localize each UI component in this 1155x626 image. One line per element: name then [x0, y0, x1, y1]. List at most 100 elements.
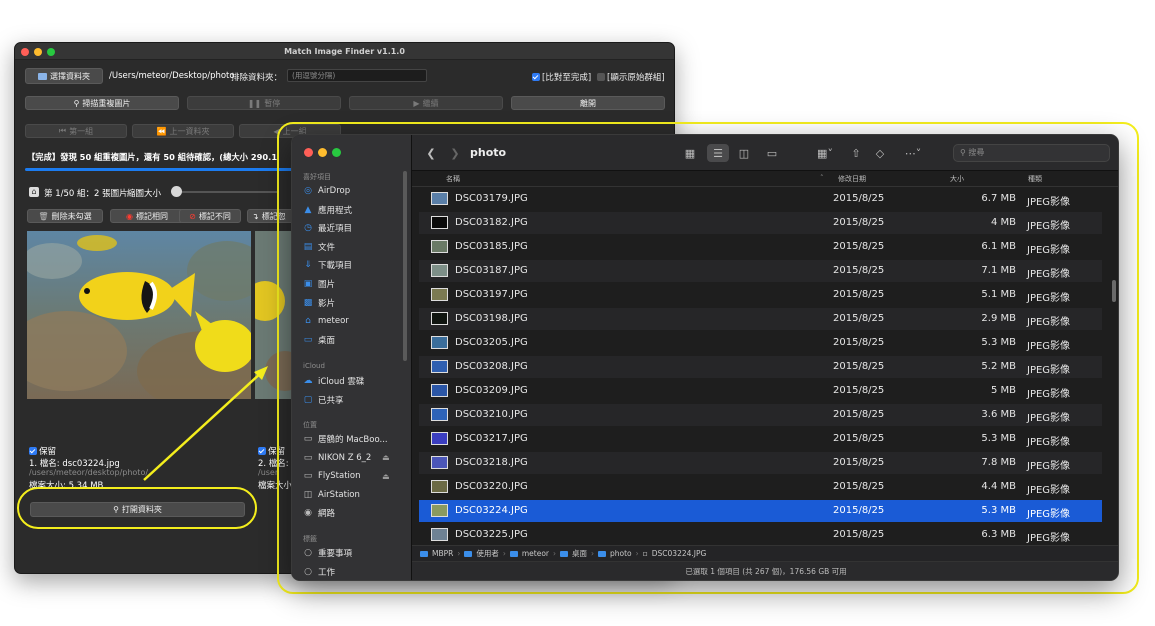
icon-view-icon[interactable]: ▦	[680, 144, 700, 162]
file-row[interactable]: DSC03210.JPG 2015/8/25 3.6 MB JPEG影像	[419, 404, 1102, 426]
minimize-window-icon[interactable]	[318, 148, 327, 157]
file-kind: JPEG影像	[1027, 533, 1071, 544]
sidebar-scrollbar[interactable]	[403, 171, 407, 361]
group-by-icon[interactable]: ▦˅	[812, 144, 838, 162]
rewind-icon: ⏪	[156, 126, 167, 136]
first-group-button[interactable]: ⏮ 第一組	[25, 124, 127, 138]
sidebar-item[interactable]: ◷ 最近項目	[303, 220, 352, 236]
sidebar-item[interactable]: ◫ AirStation	[303, 487, 360, 503]
column-name[interactable]: 名稱	[446, 174, 460, 184]
sidebar-item[interactable]: ▣ 圖片	[303, 276, 335, 292]
file-name: DSC03220.JPG	[455, 481, 528, 492]
sidebar-item[interactable]: ○ 重要事項	[303, 545, 352, 561]
file-name: DSC03210.JPG	[455, 409, 528, 420]
sidebar-item[interactable]: ▭ NIKON Z 6_2 ⏏	[303, 450, 390, 466]
eject-icon[interactable]: ⏏	[382, 472, 390, 481]
path-segment[interactable]: photo	[610, 549, 632, 558]
sidebar-item[interactable]: ⌂ meteor	[303, 313, 349, 329]
exclude-input[interactable]: (用逗號分隔)	[287, 69, 427, 82]
close-window-icon[interactable]	[21, 48, 29, 56]
continue-button[interactable]: ▶ 繼續	[349, 96, 503, 110]
share-icon[interactable]: ⇧	[848, 144, 864, 162]
column-date[interactable]: 修改日期	[838, 174, 866, 184]
back-icon[interactable]: ❮	[424, 144, 438, 162]
sidebar-item[interactable]: ◉ 網路	[303, 505, 335, 521]
photos-icon: ▣	[303, 279, 313, 289]
column-kind[interactable]: 種類	[1028, 174, 1042, 184]
image-thumbnail-icon	[431, 216, 448, 229]
keep-checkbox-1[interactable]: 保留	[29, 445, 56, 457]
file-kind: JPEG影像	[1027, 341, 1071, 352]
list-view-icon[interactable]: ☰	[707, 144, 729, 162]
file-row[interactable]: DSC03179.JPG 2015/8/25 6.7 MB JPEG影像	[419, 188, 1102, 210]
pause-button[interactable]: ❚❚ 暫停	[187, 96, 341, 110]
file-row[interactable]: DSC03225.JPG 2015/8/25 6.3 MB JPEG影像	[419, 524, 1102, 546]
sidebar-item[interactable]: ▭ FlyStation ⏏	[303, 468, 390, 484]
sidebar-item[interactable]: ▢ 已共享	[303, 392, 344, 408]
file-row[interactable]: DSC03220.JPG 2015/8/25 4.4 MB JPEG影像	[419, 476, 1102, 498]
list-scrollbar[interactable]	[1112, 280, 1116, 302]
file-row[interactable]: DSC03209.JPG 2015/8/25 5 MB JPEG影像	[419, 380, 1102, 402]
home-icon[interactable]: ⌂	[29, 187, 39, 197]
file-row[interactable]: DSC03205.JPG 2015/8/25 5.3 MB JPEG影像	[419, 332, 1102, 354]
action-label: 標記相同	[135, 211, 168, 221]
zoom-window-icon[interactable]	[47, 48, 55, 56]
file-row[interactable]: DSC03198.JPG 2015/8/25 2.9 MB JPEG影像	[419, 308, 1102, 330]
eject-icon[interactable]: ⏏	[382, 453, 390, 462]
forward-icon[interactable]: ❯	[448, 144, 462, 162]
path-segment[interactable]: meteor	[522, 549, 549, 558]
zoom-slider-track[interactable]	[182, 191, 277, 193]
file-name: DSC03218.JPG	[455, 457, 528, 468]
exit-button[interactable]: 離開	[511, 96, 665, 110]
sidebar-item[interactable]: ▲ 應用程式	[303, 202, 352, 218]
zoom-window-icon[interactable]	[332, 148, 341, 157]
file-row[interactable]: DSC03224.JPG 2015/8/25 5.3 MB JPEG影像	[419, 500, 1102, 522]
file-row[interactable]: DSC03218.JPG 2015/8/25 7.8 MB JPEG影像	[419, 452, 1102, 474]
scan-duplicates-button[interactable]: ⚲ 掃描重複圖片	[25, 96, 179, 110]
sidebar-item[interactable]: ▭ 居鶴的 MacBoo...	[303, 431, 388, 447]
sidebar-item[interactable]: ☁ iCloud 雲碟	[303, 373, 365, 389]
path-segment[interactable]: 桌面	[572, 548, 587, 559]
sidebar-item[interactable]: ▭ 桌面	[303, 332, 335, 348]
path-segment[interactable]: DSC03224.JPG	[652, 549, 707, 558]
file-date: 2015/8/25	[833, 433, 885, 444]
sidebar-item[interactable]: ◎ AirDrop	[303, 183, 350, 199]
file-row[interactable]: DSC03185.JPG 2015/8/25 6.1 MB JPEG影像	[419, 236, 1102, 258]
column-view-icon[interactable]: ◫	[734, 144, 754, 162]
more-actions-icon[interactable]: ⋯˅	[900, 144, 926, 162]
mark-different-button[interactable]: ⊘ 標記不同	[179, 209, 241, 223]
file-size: 5.3 MB	[981, 337, 1016, 348]
file-row[interactable]: DSC03187.JPG 2015/8/25 7.1 MB JPEG影像	[419, 260, 1102, 282]
search-icon: ⚲	[960, 148, 966, 157]
file-row[interactable]: DSC03182.JPG 2015/8/25 4 MB JPEG影像	[419, 212, 1102, 234]
file-date: 2015/8/25	[833, 361, 885, 372]
checkbox-unchecked-icon	[597, 73, 605, 81]
sidebar-item[interactable]: ▤ 文件	[303, 239, 335, 255]
zoom-slider-knob[interactable]	[171, 186, 182, 197]
delete-unchecked-button[interactable]: 🗑 刪除未勾選	[27, 209, 103, 223]
file-row[interactable]: DSC03197.JPG 2015/8/25 5.1 MB JPEG影像	[419, 284, 1102, 306]
tag-icon[interactable]: ◇	[872, 144, 888, 162]
show-original-groups-checkbox[interactable]: [顯示原始群組]	[597, 71, 665, 83]
prev-folder-button[interactable]: ⏪ 上一資料夾	[132, 124, 234, 138]
sidebar-item[interactable]: ⇓ 下載項目	[303, 257, 352, 273]
file-row[interactable]: DSC03217.JPG 2015/8/25 5.3 MB JPEG影像	[419, 428, 1102, 450]
file-row[interactable]: DSC03208.JPG 2015/8/25 5.2 MB JPEG影像	[419, 356, 1102, 378]
path-segment[interactable]: MBPR	[432, 549, 453, 558]
laptop-icon: ▭	[303, 434, 313, 444]
file-kind: JPEG影像	[1027, 317, 1071, 328]
column-size[interactable]: 大小	[950, 174, 964, 184]
sidebar-item[interactable]: ▩ 影片	[303, 295, 335, 311]
minimize-window-icon[interactable]	[34, 48, 42, 56]
file-size: 4 MB	[990, 217, 1016, 228]
sidebar-item-label: 居鶴的 MacBoo...	[318, 435, 388, 445]
sidebar-item[interactable]: ○ 工作	[303, 564, 335, 580]
search-field[interactable]: ⚲ 搜尋	[953, 144, 1110, 162]
mark-same-button[interactable]: ◉ 標記相同	[110, 209, 184, 223]
gallery-view-icon[interactable]: ▭	[762, 144, 782, 162]
compare-complete-checkbox[interactable]: [比對至完成]	[532, 71, 591, 83]
close-window-icon[interactable]	[304, 148, 313, 157]
path-segment[interactable]: 使用者	[476, 548, 499, 559]
choose-folder-button[interactable]: 選擇資料夾	[25, 68, 103, 84]
search-placeholder: 搜尋	[968, 148, 985, 157]
